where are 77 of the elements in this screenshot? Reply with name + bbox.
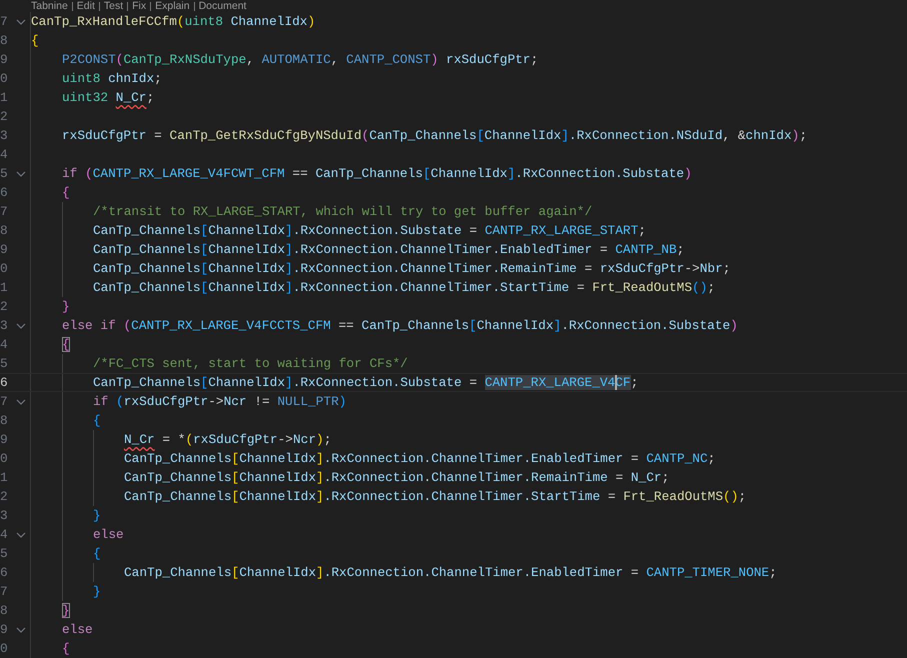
line-number: 8 [0, 33, 8, 48]
line-number: 7 [0, 584, 8, 599]
line-number: 9 [0, 622, 8, 637]
code-line: /*FC_CTS sent, start to waiting for CFs*/ [93, 355, 408, 373]
codelens-link[interactable]: Explain [155, 0, 190, 12]
codelens-link[interactable]: Test [104, 0, 124, 12]
code-line: N_Cr = *(rxSduCfgPtr->Ncr); [124, 431, 332, 449]
line-number: 8 [0, 413, 8, 428]
line-number: 3 [0, 318, 8, 333]
code-line: uint8 chnIdx; [62, 70, 162, 88]
code-line: CanTp_Channels[ChannelIdx].RxConnection.ChannelTimer.RemainTime = rxSduCfgPtr->Nbr; [93, 260, 730, 278]
line-number: 4 [0, 527, 8, 542]
code-line: CanTp_Channels[ChannelIdx].RxConnection.ChannelTimer.EnabledTimer = CANTP_NB; [93, 241, 684, 259]
chevron-down-icon[interactable] [16, 399, 26, 405]
line-number: 9 [0, 242, 8, 257]
line-number: 7 [0, 394, 8, 409]
line-number: 5 [0, 166, 8, 181]
line-number: 4 [0, 147, 8, 162]
code-line: P2CONST(CanTp_RxNSduType, AUTOMATIC, CANTP_CONST) rxSduCfgPtr; [62, 51, 538, 69]
line-number: 2 [0, 489, 8, 504]
code-line: { [62, 640, 70, 658]
code-line: } [93, 583, 101, 601]
code-line: CanTp_Channels[ChannelIdx].RxConnection.ChannelTimer.EnabledTimer = CANTP_TIMER_NONE; [124, 564, 777, 582]
chevron-down-icon[interactable] [16, 19, 26, 25]
line-number: 4 [0, 337, 8, 352]
code-line: else [93, 526, 124, 544]
chevron-down-icon[interactable] [16, 627, 26, 633]
line-number: 0 [0, 261, 8, 276]
code-line: CanTp_Channels[ChannelIdx].RxConnection.ChannelTimer.EnabledTimer = CANTP_NC; [124, 450, 716, 468]
line-number: 6 [0, 375, 8, 390]
line-number: 6 [0, 185, 8, 200]
codelens-link[interactable]: Tabnine [31, 0, 68, 12]
codelens-link[interactable]: Fix [132, 0, 146, 12]
code-line: /*transit to RX_LARGE_START, which will try to get buffer again*/ [93, 203, 592, 221]
code-line: uint32 N_Cr; [62, 89, 154, 107]
code-line: CanTp_Channels[ChannelIdx].RxConnection.Substate = CANTP_RX_LARGE_START; [93, 222, 646, 240]
chevron-down-icon[interactable] [16, 532, 26, 538]
line-number: 1 [0, 470, 8, 485]
code-line: CanTp_RxHandleFCCfm(uint8 ChannelIdx) [31, 13, 316, 31]
code-line: { [62, 184, 70, 202]
line-number: 3 [0, 128, 8, 143]
chevron-down-icon[interactable] [16, 323, 26, 329]
code-line: } [93, 507, 101, 525]
code-line: CanTp_Channels[ChannelIdx].RxConnection.ChannelTimer.RemainTime = N_Cr; [124, 469, 670, 487]
code-line: } [62, 298, 70, 316]
code-line: else if (CANTP_RX_LARGE_V4FCCTS_CFM == CanTp_Channels[ChannelIdx].RxConnection.Substate) [62, 317, 738, 335]
line-number: 1 [0, 90, 8, 105]
codelens-link[interactable]: Document [198, 0, 246, 12]
line-number: 0 [0, 451, 8, 466]
code-line: { [31, 32, 39, 50]
line-number: 7 [0, 14, 8, 29]
code-line: rxSduCfgPtr = CanTp_GetRxSduCfgByNSduId(CanTp_Channels[ChannelIdx].RxConnection.NSduId, &chnIdx); [62, 127, 807, 145]
line-number: 5 [0, 356, 8, 371]
code-line: CanTp_Channels[ChannelIdx].RxConnection.ChannelTimer.StartTime = Frt_ReadOutMS(); [93, 279, 716, 297]
code-line: CanTp_Channels[ChannelIdx].RxConnection.ChannelTimer.StartTime = Frt_ReadOutMS(); [124, 488, 746, 506]
line-number: 0 [0, 641, 8, 656]
code-line: { [62, 336, 70, 354]
code-line: } [62, 602, 70, 620]
line-number: 9 [0, 432, 8, 447]
code-line: { [93, 545, 101, 563]
code-line: { [93, 412, 101, 430]
line-number: 0 [0, 71, 8, 86]
line-number: 2 [0, 109, 8, 124]
line-number: 2 [0, 299, 8, 314]
line-number: 7 [0, 204, 8, 219]
code-line: if (rxSduCfgPtr->Ncr != NULL_PTR) [93, 393, 346, 411]
code-line: if (CANTP_RX_LARGE_V4FCWT_CFM == CanTp_Channels[ChannelIdx].RxConnection.Substate) [62, 165, 692, 183]
line-number: 8 [0, 223, 8, 238]
line-number: 3 [0, 508, 8, 523]
code-line: else [62, 621, 93, 639]
line-number: 9 [0, 52, 8, 67]
line-number: 6 [0, 565, 8, 580]
chevron-down-icon[interactable] [16, 171, 26, 177]
line-number: 5 [0, 546, 8, 561]
line-number: 8 [0, 603, 8, 618]
codelens-link[interactable]: Edit [76, 0, 95, 12]
line-number: 1 [0, 280, 8, 295]
